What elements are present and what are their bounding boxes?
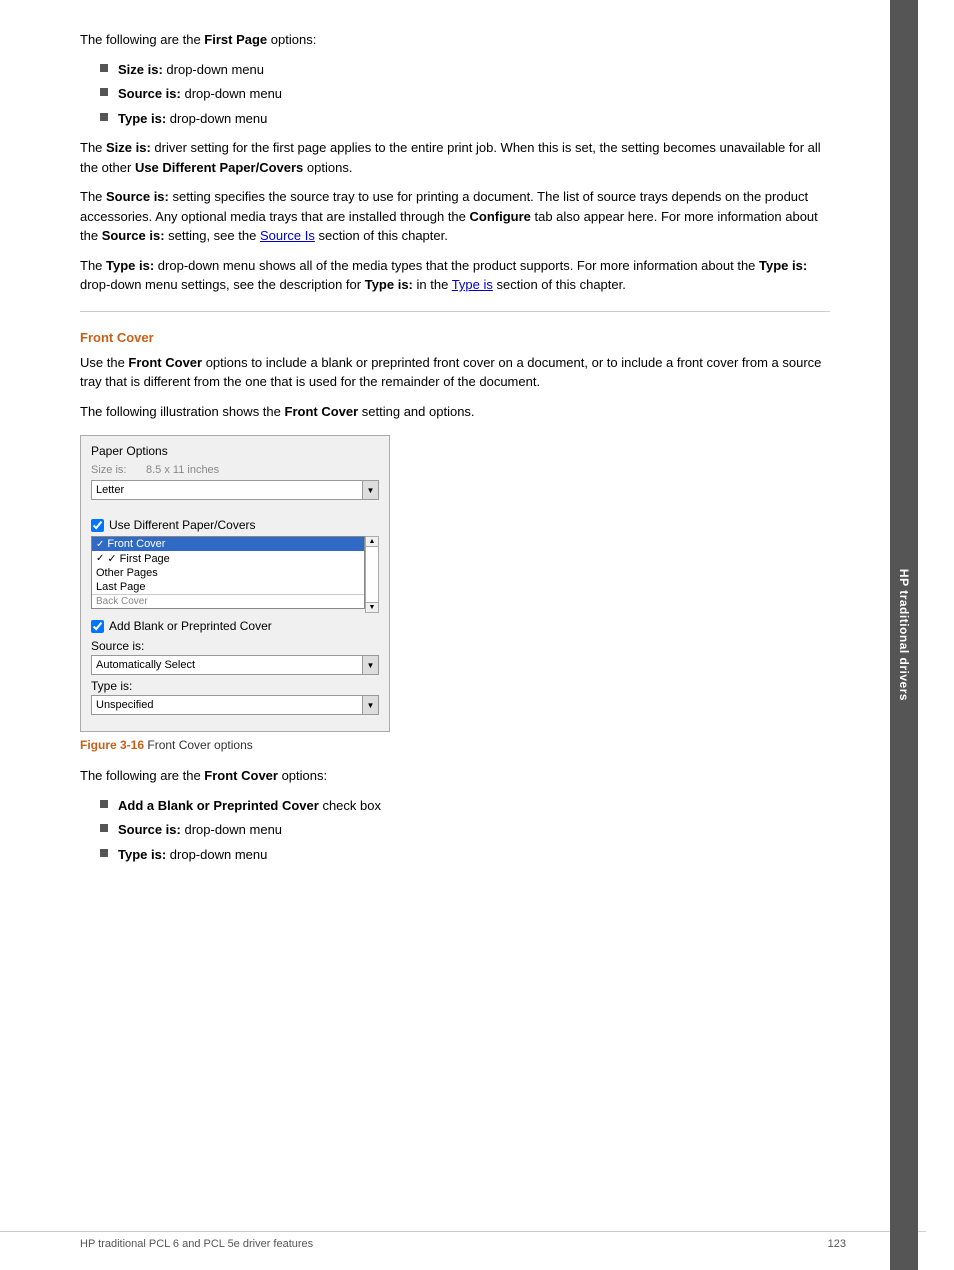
size-is-label: Size is: <box>91 464 146 476</box>
use-different-checkbox-row[interactable]: Use Different Paper/Covers <box>91 518 379 532</box>
add-blank-label: Add Blank or Preprinted Cover <box>109 619 272 633</box>
source-dropdown-arrow: ▼ <box>362 656 378 674</box>
front-cover-options-intro: The following are the Front Cover option… <box>80 766 830 786</box>
bullet-icon <box>100 800 108 808</box>
footer-left: HP traditional PCL 6 and PCL 5e driver f… <box>80 1238 313 1250</box>
listbox-item-back-cover[interactable]: Back Cover <box>92 594 364 608</box>
add-blank-checkbox[interactable] <box>91 620 104 633</box>
section-divider <box>80 311 830 312</box>
bullet-icon <box>100 64 108 72</box>
use-different-label: Use Different Paper/Covers <box>109 518 256 532</box>
listbox-item-last-page[interactable]: Last Page <box>92 580 364 594</box>
bullet-icon <box>100 824 108 832</box>
figure-caption: Figure 3-16 Front Cover options <box>80 738 830 752</box>
bullet-list-2: Add a Blank or Preprinted Cover check bo… <box>100 796 830 865</box>
listbox-scrollbar[interactable]: ▲ ▼ <box>365 536 379 613</box>
source-paragraph: The Source is: setting specifies the sou… <box>80 187 830 246</box>
front-cover-paragraph-1: Use the Front Cover options to include a… <box>80 353 830 392</box>
list-item: Size is: drop-down menu <box>100 60 830 80</box>
side-tab: HP traditional drivers <box>890 0 918 1270</box>
list-item: Source is: drop-down menu <box>100 84 830 104</box>
bullet-icon <box>100 88 108 96</box>
listbox-wrapper: Front Cover ✓ First Page Other Pages Las… <box>91 536 379 613</box>
figure-caption-label: Figure 3-16 <box>80 738 144 752</box>
type-dropdown-value: Unspecified <box>92 698 362 712</box>
intro-paragraph: The following are the First Page options… <box>80 30 830 50</box>
listbox-item-front-cover[interactable]: Front Cover <box>92 537 364 551</box>
widget-title: Paper Options <box>91 444 379 458</box>
bullet-list-1: Size is: drop-down menu Source is: drop-… <box>100 60 830 129</box>
page-footer: HP traditional PCL 6 and PCL 5e driver f… <box>0 1231 926 1250</box>
front-cover-paragraph-2: The following illustration shows the Fro… <box>80 402 830 422</box>
paper-options-widget: Paper Options Size is: 8.5 x 11 inches L… <box>80 435 390 732</box>
side-tab-label: HP traditional drivers <box>897 569 911 701</box>
listbox-item-first-page[interactable]: ✓ First Page <box>92 551 364 566</box>
list-item: Type is: drop-down menu <box>100 845 830 865</box>
add-blank-checkbox-row[interactable]: Add Blank or Preprinted Cover <box>91 619 379 633</box>
scroll-track <box>366 546 378 603</box>
section-heading-front-cover: Front Cover <box>80 330 830 345</box>
scroll-up-button[interactable]: ▲ <box>368 537 377 546</box>
size-dropdown[interactable]: Letter ▼ <box>91 480 379 500</box>
type-is-link[interactable]: Type is <box>452 277 493 292</box>
source-is-label-top: Source is: <box>91 639 379 653</box>
pages-listbox[interactable]: Front Cover ✓ First Page Other Pages Las… <box>91 536 365 609</box>
listbox-item-other-pages[interactable]: Other Pages <box>92 566 364 580</box>
figure-caption-text: Front Cover options <box>144 738 253 752</box>
scroll-down-button[interactable]: ▼ <box>368 603 377 612</box>
bullet-icon <box>100 113 108 121</box>
footer-right: 123 <box>828 1238 846 1250</box>
source-dropdown-value: Automatically Select <box>92 658 362 672</box>
size-dropdown-value: Letter <box>92 483 362 497</box>
type-dropdown[interactable]: Unspecified ▼ <box>91 695 379 715</box>
type-dropdown-arrow: ▼ <box>362 696 378 714</box>
bullet-icon <box>100 849 108 857</box>
size-is-value: 8.5 x 11 inches <box>146 464 219 476</box>
source-is-link[interactable]: Source Is <box>260 228 315 243</box>
use-different-checkbox[interactable] <box>91 519 104 532</box>
type-is-label-top: Type is: <box>91 679 379 693</box>
type-paragraph: The Type is: drop-down menu shows all of… <box>80 256 830 295</box>
list-item: Add a Blank or Preprinted Cover check bo… <box>100 796 830 816</box>
source-dropdown[interactable]: Automatically Select ▼ <box>91 655 379 675</box>
size-is-row: Size is: 8.5 x 11 inches <box>91 464 379 476</box>
list-item: Source is: drop-down menu <box>100 820 830 840</box>
size-paragraph: The Size is: driver setting for the firs… <box>80 138 830 177</box>
size-dropdown-arrow: ▼ <box>362 481 378 499</box>
list-item: Type is: drop-down menu <box>100 109 830 129</box>
